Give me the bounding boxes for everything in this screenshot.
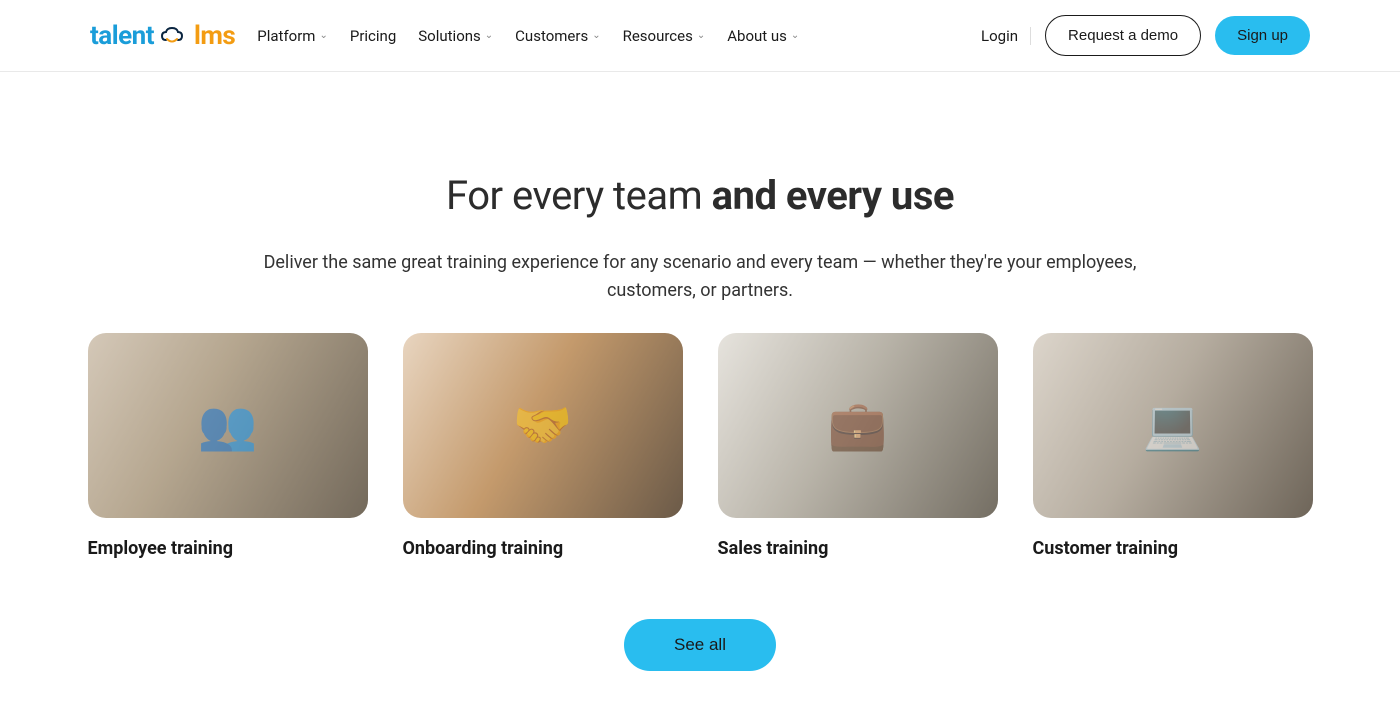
header: talent lms Platform ⌄ Pricing Solutions …	[0, 0, 1400, 72]
header-left: talent lms Platform ⌄ Pricing Solutions …	[90, 21, 799, 51]
nav-item-about[interactable]: About us ⌄	[727, 27, 799, 45]
nav-label: Customers	[515, 27, 588, 45]
card-image	[88, 333, 368, 518]
card-customer-training[interactable]: Customer training	[1033, 333, 1313, 559]
card-image	[718, 333, 998, 518]
chevron-down-icon: ⌄	[697, 30, 705, 41]
cloud-icon	[156, 24, 192, 48]
card-image	[403, 333, 683, 518]
card-employee-training[interactable]: Employee training	[88, 333, 368, 559]
nav-item-pricing[interactable]: Pricing	[350, 27, 396, 45]
logo-text-talent: talent	[90, 21, 154, 51]
see-all-button[interactable]: See all	[624, 619, 776, 671]
card-image	[1033, 333, 1313, 518]
hero-title-bold: and every use	[712, 172, 954, 219]
main-nav: Platform ⌄ Pricing Solutions ⌄ Customers…	[257, 27, 799, 45]
request-demo-button[interactable]: Request a demo	[1045, 15, 1201, 56]
hero-title-light: For every team	[446, 172, 712, 219]
nav-label: Resources	[623, 27, 693, 45]
sign-up-button[interactable]: Sign up	[1215, 16, 1310, 55]
nav-item-resources[interactable]: Resources ⌄	[623, 27, 706, 45]
nav-label: Pricing	[350, 27, 396, 45]
chevron-down-icon: ⌄	[592, 30, 600, 41]
chevron-down-icon: ⌄	[791, 30, 799, 41]
hero-section: For every team and every use Deliver the…	[0, 72, 1400, 305]
chevron-down-icon: ⌄	[319, 30, 327, 41]
chevron-down-icon: ⌄	[485, 30, 493, 41]
card-onboarding-training[interactable]: Onboarding training	[403, 333, 683, 559]
card-title: Employee training	[88, 538, 368, 559]
nav-item-solutions[interactable]: Solutions ⌄	[418, 27, 493, 45]
card-sales-training[interactable]: Sales training	[718, 333, 998, 559]
logo-text-lms: lms	[194, 21, 235, 51]
nav-label: Solutions	[418, 27, 481, 45]
cards-section: Employee training Onboarding training Sa…	[0, 305, 1400, 559]
nav-item-customers[interactable]: Customers ⌄	[515, 27, 600, 45]
header-right: Login Request a demo Sign up	[981, 15, 1310, 56]
hero-title: For every team and every use	[0, 172, 1400, 219]
nav-label: Platform	[257, 27, 315, 45]
nav-item-platform[interactable]: Platform ⌄	[257, 27, 328, 45]
card-title: Sales training	[718, 538, 998, 559]
nav-label: About us	[727, 27, 787, 45]
cta-section: See all	[0, 559, 1400, 671]
hero-subtitle: Deliver the same great training experien…	[240, 249, 1160, 305]
card-title: Customer training	[1033, 538, 1313, 559]
card-title: Onboarding training	[403, 538, 683, 559]
login-link[interactable]: Login	[981, 27, 1031, 45]
logo[interactable]: talent lms	[90, 21, 235, 51]
